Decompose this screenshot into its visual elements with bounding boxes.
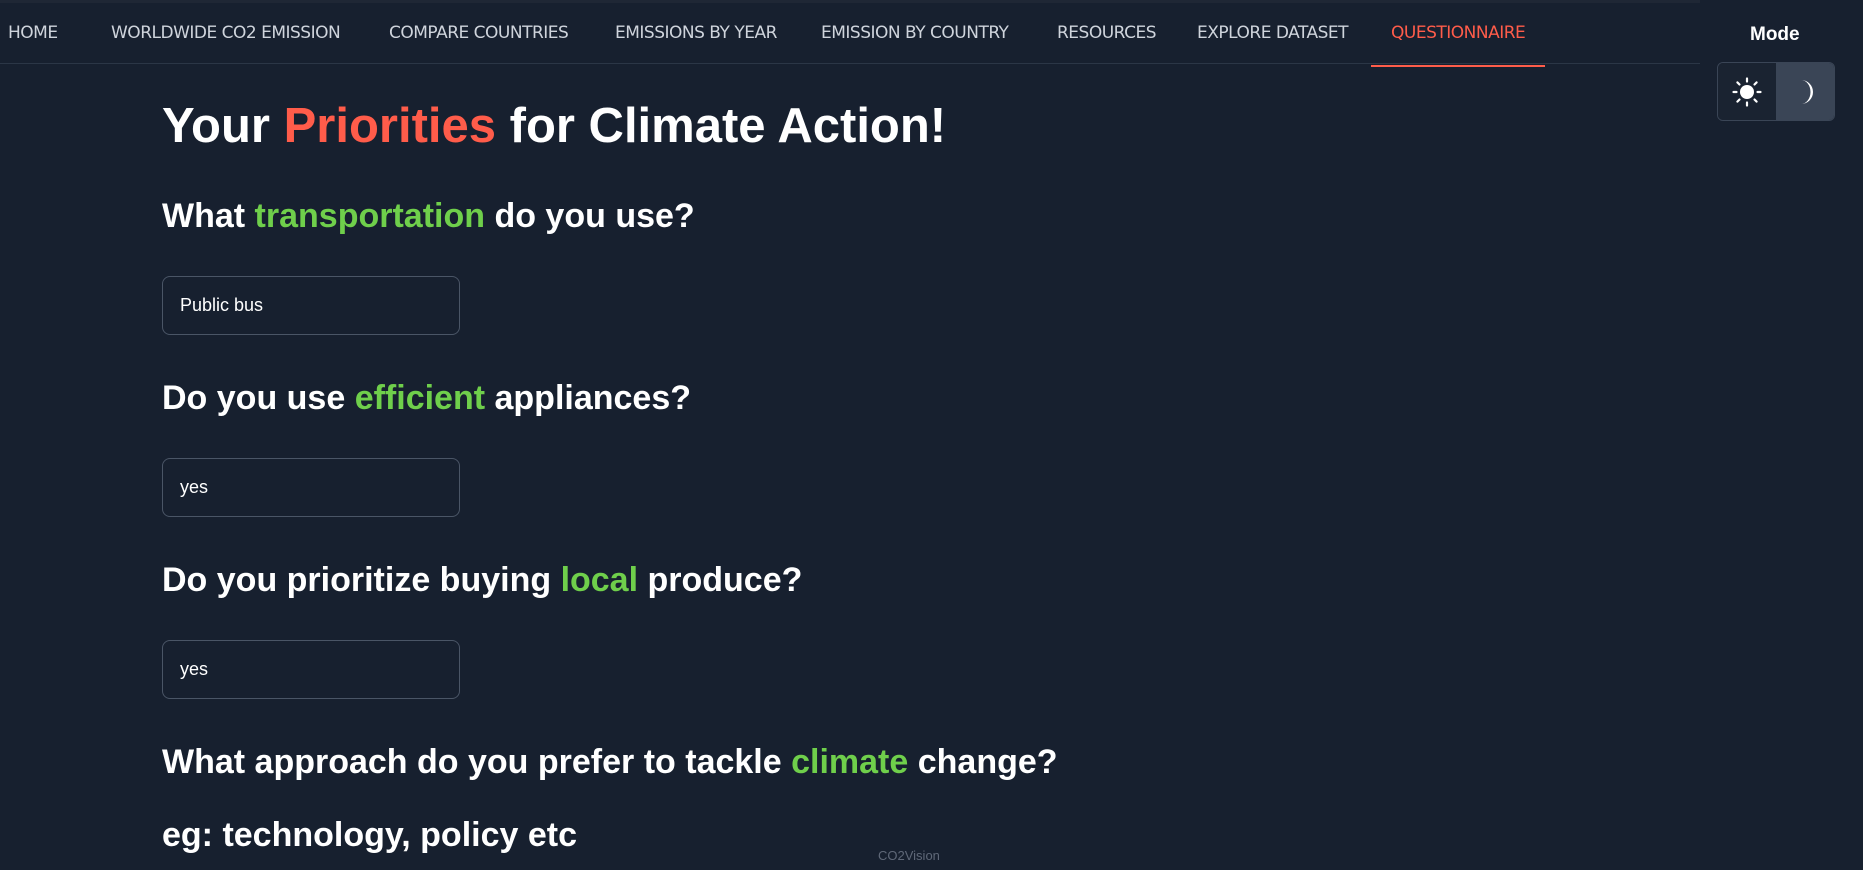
mode-toggle bbox=[1717, 62, 1835, 121]
title-prefix: Your bbox=[162, 99, 284, 153]
question-highlight: local bbox=[560, 561, 639, 599]
question-transportation: What transportation do you use? bbox=[162, 197, 695, 236]
question-highlight: efficient bbox=[354, 379, 486, 417]
light-mode-button[interactable] bbox=[1718, 63, 1777, 120]
question-suffix: appliances? bbox=[485, 379, 692, 417]
moon-icon bbox=[1801, 79, 1814, 104]
footer-brand: CO2Vision bbox=[878, 848, 940, 863]
nav-questionnaire[interactable]: QUESTIONNAIRE bbox=[1370, 3, 1546, 67]
transportation-input[interactable] bbox=[162, 276, 460, 335]
nav-emissions-by-year[interactable]: EMISSIONS BY YEAR bbox=[615, 3, 777, 66]
nav-worldwide-co2-emission[interactable]: WORLDWIDE CO2 EMISSION bbox=[111, 3, 341, 66]
question-suffix: change? bbox=[908, 743, 1058, 781]
question-suffix: do you use? bbox=[485, 197, 695, 235]
title-suffix: for Climate Action! bbox=[496, 99, 947, 153]
nav-home[interactable]: HOME bbox=[8, 3, 58, 66]
mode-label: Mode bbox=[1750, 24, 1800, 45]
question-highlight: climate bbox=[791, 743, 909, 781]
dark-mode-button[interactable] bbox=[1776, 63, 1834, 120]
page-title: Your Priorities for Climate Action! bbox=[162, 98, 946, 154]
appliances-input[interactable] bbox=[162, 458, 460, 517]
question-prefix: Do you prioritize buying bbox=[162, 561, 561, 599]
approach-hint: eg: technology, policy etc bbox=[162, 816, 577, 854]
question-appliances: Do you use efficient appliances? bbox=[162, 379, 691, 418]
title-highlight: Priorities bbox=[283, 99, 497, 153]
page: HOME WORLDWIDE CO2 EMISSION COMPARE COUN… bbox=[0, 0, 1863, 870]
question-prefix: Do you use bbox=[162, 379, 355, 417]
question-prefix: What bbox=[162, 197, 255, 235]
question-climate-approach: What approach do you prefer to tackle cl… bbox=[162, 743, 1058, 782]
question-local-produce: Do you prioritize buying local produce? bbox=[162, 561, 802, 600]
top-navbar: HOME WORLDWIDE CO2 EMISSION COMPARE COUN… bbox=[0, 0, 1700, 67]
local-produce-input[interactable] bbox=[162, 640, 460, 699]
sun-icon bbox=[1732, 76, 1762, 107]
question-highlight: transportation bbox=[254, 197, 485, 235]
nav-resources[interactable]: RESOURCES bbox=[1057, 3, 1157, 66]
question-prefix: What approach do you prefer to tackle bbox=[162, 743, 792, 781]
nav-emission-by-country[interactable]: EMISSION BY COUNTRY bbox=[821, 3, 1009, 66]
nav-explore-dataset[interactable]: EXPLORE DATASET bbox=[1197, 3, 1349, 66]
question-suffix: produce? bbox=[638, 561, 803, 599]
nav-compare-countries[interactable]: COMPARE COUNTRIES bbox=[389, 3, 569, 66]
